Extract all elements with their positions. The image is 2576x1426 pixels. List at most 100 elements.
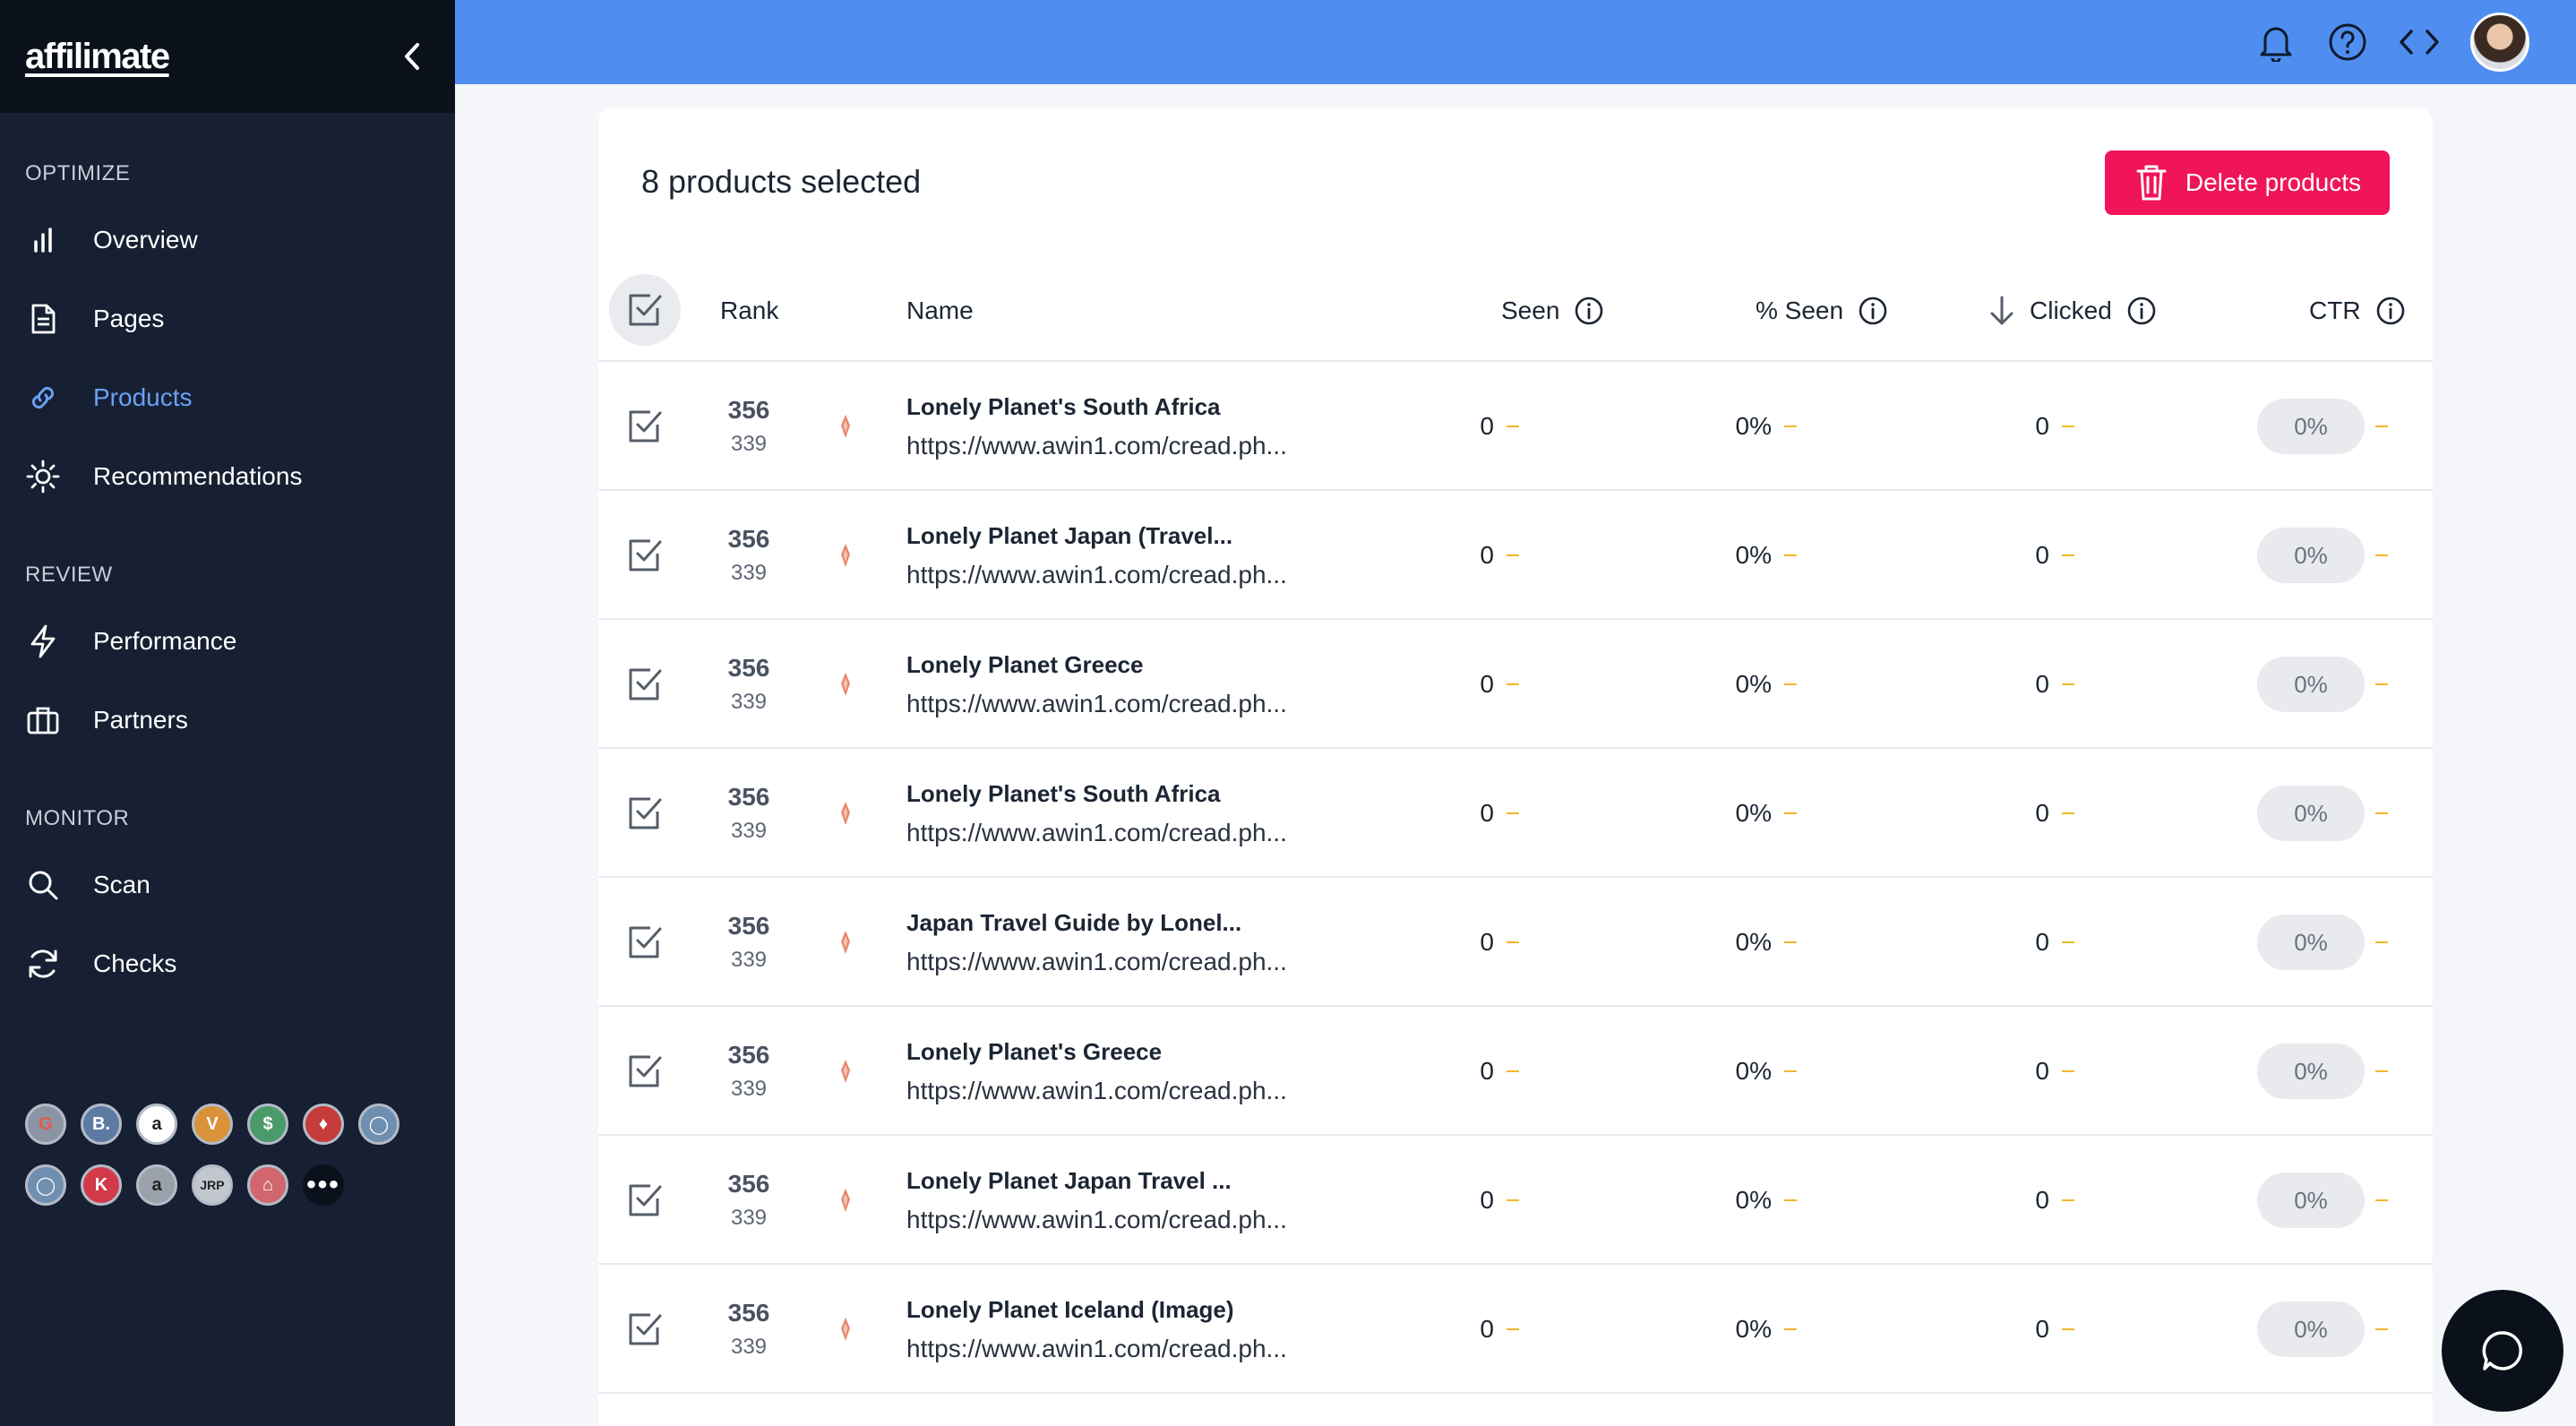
column-name[interactable]: Name [906,260,974,362]
partner-logo-jrp[interactable]: JRP [192,1164,233,1206]
nav-item-checks[interactable]: Checks [0,924,455,1003]
partner-logo-amazon[interactable]: a [136,1104,177,1145]
product-url[interactable]: https://www.awin1.com/cread.ph... [906,432,1287,460]
partner-logo-awin[interactable]: ♦ [303,1104,344,1145]
user-avatar[interactable] [2470,13,2529,72]
column-rank[interactable]: Rank [720,260,778,362]
row-checkbox[interactable] [625,749,665,878]
partner-logo-partner7[interactable]: ◯ [358,1104,399,1145]
row-checkbox[interactable] [625,1007,665,1136]
pct-seen-cell: 0% [1628,362,1797,491]
row-checkbox[interactable] [625,362,665,491]
trend-dash [2375,812,2388,814]
product-url[interactable]: https://www.awin1.com/cread.ph... [906,1077,1287,1105]
product-url[interactable]: https://www.awin1.com/cread.ph... [906,690,1287,718]
select-all-checkbox[interactable] [609,274,681,346]
trend-dash [1507,683,1519,685]
product-name[interactable]: Lonely Planet Japan Travel ... [906,1167,1232,1195]
table-row[interactable]: 356 339 Lonely Planet Greece https://www… [598,620,2433,749]
table-row[interactable]: 356 339 Lonely Planet's South Africa htt… [598,362,2433,491]
awin-network-icon [841,415,850,438]
table-row[interactable]: 356 339 Lonely Planet's South Africa htt… [598,749,2433,878]
product-name[interactable]: Lonely Planet Iceland (Image) [906,1296,1234,1324]
row-checkbox[interactable] [625,491,665,620]
product-url[interactable]: https://www.awin1.com/cread.ph... [906,1335,1287,1363]
product-name-cell[interactable]: Japan Travel Guide by Lonel... https://w… [906,878,1287,1007]
embed-code-button[interactable] [2399,21,2440,63]
table-row[interactable]: 356 339 Lonely Planet's Greece https://w… [598,1007,2433,1136]
row-checkbox[interactable] [625,1265,665,1394]
column-pct-seen[interactable]: % Seen [1756,260,1888,362]
partner-logo-viator[interactable]: V [192,1104,233,1145]
product-name[interactable]: Lonely Planet's South Africa [906,393,1221,421]
partner-logo-shareasale[interactable]: $ [247,1104,288,1145]
trend-dash [1507,425,1519,427]
partner-logo-partner8[interactable]: ◯ [25,1164,66,1206]
row-checkbox[interactable] [625,878,665,1007]
ctr-cell: 0% [2257,1136,2388,1265]
ctr-cell: 0% [2257,1265,2388,1394]
nav-item-overview[interactable]: Overview [0,201,455,279]
product-name-cell[interactable]: Lonely Planet's South Africa https://www… [906,749,1287,878]
help-button[interactable] [2327,21,2368,63]
nav-item-scan[interactable]: Scan [0,846,455,924]
trend-dash [1507,1328,1519,1330]
product-url[interactable]: https://www.awin1.com/cread.ph... [906,1206,1287,1234]
nav-item-pages[interactable]: Pages [0,279,455,358]
column-clicked[interactable]: Clicked [1988,260,2157,362]
column-seen[interactable]: Seen [1501,260,1604,362]
column-ctr[interactable]: CTR [2309,260,2406,362]
table-row[interactable]: 356 339 Lonely Planet Iceland (Image) ht… [598,1265,2433,1394]
chat-button[interactable] [2442,1290,2563,1412]
product-name[interactable]: Lonely Planet Japan (Travel... [906,522,1232,550]
more-partners-button[interactable]: ••• [303,1164,344,1206]
seen-value: 0 [1480,799,1494,827]
table-header: Rank Name Seen % Seen Clicked CTR [598,260,2433,362]
nav-item-performance[interactable]: Performance [0,602,455,681]
seen-cell: 0 [1387,878,1519,1007]
ctr-cell: 0% [2257,620,2388,749]
delete-products-button[interactable]: Delete products [2104,150,2390,215]
nav-item-partners[interactable]: Partners [0,681,455,760]
notifications-button[interactable] [2255,21,2297,63]
partner-logo-amazon-2[interactable]: a [136,1164,177,1206]
clicked-value: 0 [2035,541,2049,569]
product-name[interactable]: Japan Travel Guide by Lonel... [906,909,1241,937]
app-logo[interactable]: affilimate [25,37,170,77]
rank-value: 356 [727,1299,770,1327]
product-name[interactable]: Lonely Planet's South Africa [906,780,1221,808]
product-name-cell[interactable]: Lonely Planet's Greece https://www.awin1… [906,1007,1287,1136]
seen-cell: 0 [1387,362,1519,491]
partner-logo-airbnb[interactable]: ⌂ [247,1164,288,1206]
collapse-sidebar-button[interactable] [394,39,430,74]
partner-logos: G B. a V $ ♦ ◯ ◯ K a JRP ⌂ ••• [25,1104,401,1225]
clicked-value: 0 [2035,670,2049,698]
product-name-cell[interactable]: Lonely Planet Japan Travel ... https://w… [906,1136,1287,1265]
product-name[interactable]: Lonely Planet's Greece [906,1038,1162,1066]
product-name-cell[interactable]: Lonely Planet Greece https://www.awin1.c… [906,620,1287,749]
row-checkbox[interactable] [625,1136,665,1265]
rank-value: 356 [727,783,770,811]
trend-dash [1507,812,1519,814]
column-pct-seen-label: % Seen [1756,296,1844,324]
trash-icon [2136,165,2167,201]
product-url[interactable]: https://www.awin1.com/cread.ph... [906,561,1287,589]
table-row[interactable]: 356 339 Lonely Planet Japan (Travel... h… [598,491,2433,620]
table-row[interactable]: 356 339 Lonely Planet Japan Travel ... h… [598,1136,2433,1265]
product-name-cell[interactable]: Lonely Planet's South Africa https://www… [906,362,1287,491]
table-row[interactable]: 356 339 Japan Travel Guide by Lonel... h… [598,878,2433,1007]
partner-logo-google[interactable]: G [25,1104,66,1145]
product-name-cell[interactable]: Lonely Planet Japan (Travel... https://w… [906,491,1287,620]
row-checkbox[interactable] [625,620,665,749]
ctr-value: 0% [2257,1044,2365,1099]
product-url[interactable]: https://www.awin1.com/cread.ph... [906,948,1287,976]
partner-logo-booking[interactable]: B. [81,1104,122,1145]
product-name[interactable]: Lonely Planet Greece [906,651,1143,679]
trend-dash [2062,1199,2074,1201]
nav-item-products[interactable]: Products [0,358,455,437]
product-name-cell[interactable]: Lonely Planet Iceland (Image) https://ww… [906,1265,1287,1394]
network-cell [837,362,854,491]
partner-logo-kiwi[interactable]: K [81,1164,122,1206]
nav-item-recommendations[interactable]: Recommendations [0,437,455,516]
product-url[interactable]: https://www.awin1.com/cread.ph... [906,819,1287,847]
